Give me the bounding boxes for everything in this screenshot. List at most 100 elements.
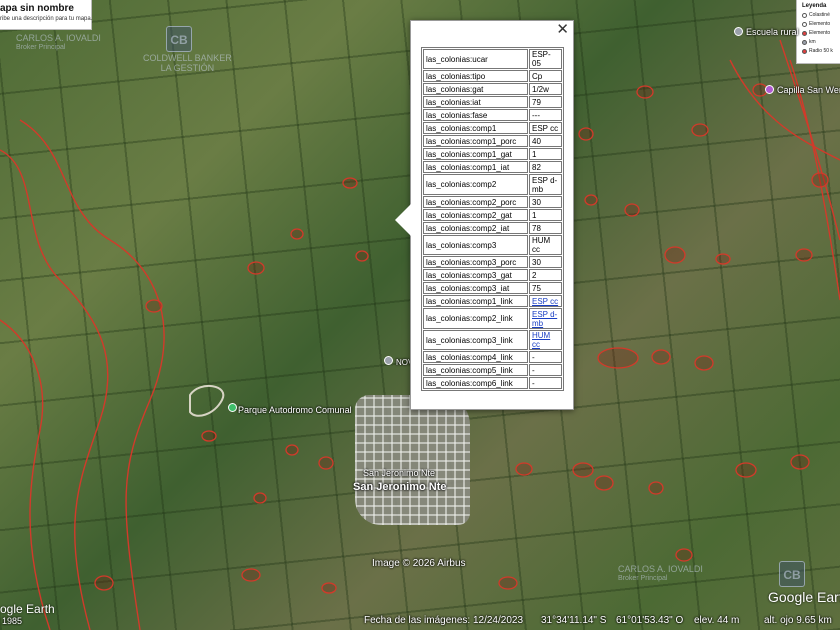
legend-panel[interactable]: Leyenda Colastiné Elemento Elemento km R… [796, 0, 840, 64]
attribute-key: las_colonias:fase [423, 109, 528, 121]
close-icon[interactable]: ✕ [556, 22, 569, 38]
attribute-row: las_colonias:comp1 ESP cc [423, 122, 562, 134]
attribute-key: las_colonias:comp6_link [423, 377, 528, 389]
place-label-escuela[interactable]: Escuela rural [746, 27, 799, 37]
attribute-value: ESP cc [529, 295, 562, 307]
attribute-value: Cp [529, 70, 562, 82]
attribute-row: las_colonias:comp3_porc 30 [423, 256, 562, 268]
attribute-row: las_colonias:comp2_link ESP d-mb [423, 308, 562, 329]
watermark-logo-bottom: CB [779, 561, 805, 587]
school-pin-icon[interactable] [734, 27, 743, 36]
attribute-value: 75 [529, 282, 562, 294]
attribute-value: 1 [529, 209, 562, 221]
attribute-row: las_colonias:ucar ESP-05 [423, 49, 562, 69]
attribute-row: las_colonias:iat 79 [423, 96, 562, 108]
place-pin-icon[interactable] [384, 356, 393, 365]
attribute-value: 40 [529, 135, 562, 147]
attribute-row: las_colonias:comp1_gat 1 [423, 148, 562, 160]
attribute-key: las_colonias:comp2_iat [423, 222, 528, 234]
attribute-key: las_colonias:comp1_gat [423, 148, 528, 160]
legend-item: Radio 50 k [802, 48, 840, 54]
soil-boundary [19, 119, 165, 630]
longitude-readout: 61°01'53.43" O [616, 615, 684, 626]
legend-swatch [802, 39, 807, 45]
attribute-value: HUM cc [529, 330, 562, 350]
attribute-value: 78 [529, 222, 562, 234]
attribute-key: las_colonias:comp2_porc [423, 196, 528, 208]
attribute-key: las_colonias:comp3_porc [423, 256, 528, 268]
image-credit: Image © 2026 Airbus [372, 558, 466, 569]
attribute-row: las_colonias:fase --- [423, 109, 562, 121]
attribute-key: las_colonias:comp1 [423, 122, 528, 134]
legend-item: Elemento [802, 30, 840, 36]
attribute-key: las_colonias:comp1_porc [423, 135, 528, 147]
attribute-value: - [529, 377, 562, 389]
project-description[interactable]: ribe una descripción para tu mapa. [0, 16, 92, 22]
legend-item: Elemento [802, 21, 840, 27]
attribute-link[interactable]: ESP cc [532, 297, 558, 306]
town-label-large[interactable]: San Jeronimo Nte [353, 481, 447, 493]
attribute-table: las_colonias:ucar ESP-05 las_colonias:tipo… [421, 47, 564, 391]
attribute-key: las_colonias:gat [423, 83, 528, 95]
legend-swatch [802, 21, 807, 27]
place-label-parque[interactable]: Parque Autodromo Comunal [238, 405, 352, 415]
attribute-key: las_colonias:comp2_gat [423, 209, 528, 221]
attribute-row: las_colonias:comp5_link - [423, 364, 562, 376]
soil-boundary [0, 319, 51, 630]
soil-boundary [779, 39, 840, 241]
imagery-date: Fecha de las imágenes: 12/24/2023 [364, 615, 523, 626]
soil-boundary [0, 149, 109, 630]
attribute-row: las_colonias:comp1_link ESP cc [423, 295, 562, 307]
soil-boundary [729, 59, 840, 161]
feature-info-balloon[interactable]: ✕ las_colonias:ucar ESP-05 las_colonias:ti… [395, 20, 574, 410]
legend-swatch [802, 30, 807, 36]
attribute-value: ESP d-mb [529, 308, 562, 329]
attribute-value: HUM cc [529, 235, 562, 255]
google-earth-logo-right: Google Earth [768, 589, 840, 605]
attribute-row: las_colonias:comp1_iat 82 [423, 161, 562, 173]
road-outline [189, 384, 225, 417]
attribute-row: las_colonias:comp4_link - [423, 351, 562, 363]
attribute-value: ESP-05 [529, 49, 562, 69]
attribute-key: las_colonias:comp1_iat [423, 161, 528, 173]
eye-altitude-readout: alt. ojo 9.65 km [764, 615, 832, 626]
watermark-brand: COLDWELL BANKER LA GESTIÓN [143, 53, 232, 73]
attribute-row: las_colonias:tipo Cp [423, 70, 562, 82]
town-area [355, 395, 470, 525]
attribute-link[interactable]: HUM cc [532, 331, 550, 349]
attribute-row: las_colonias:gat 1/2w [423, 83, 562, 95]
attribute-value: 1 [529, 148, 562, 160]
project-title[interactable]: apa sin nombre [0, 3, 91, 14]
attribute-value: ESP d-mb [529, 174, 562, 195]
attribute-value: ESP cc [529, 122, 562, 134]
elevation-readout: elev. 44 m [694, 615, 740, 626]
attribute-row: las_colonias:comp2 ESP d-mb [423, 174, 562, 195]
park-pin-icon[interactable] [228, 403, 237, 412]
attribute-key: las_colonias:comp4_link [423, 351, 528, 363]
attribute-value: 30 [529, 196, 562, 208]
attribute-row: las_colonias:comp6_link - [423, 377, 562, 389]
attribute-row: las_colonias:comp3_link HUM cc [423, 330, 562, 350]
legend-item: km [802, 39, 840, 45]
attribute-value: 79 [529, 96, 562, 108]
attribute-row: las_colonias:comp3_gat 2 [423, 269, 562, 281]
watermark-text: CARLOS A. IOVALDI Broker Principal [16, 33, 101, 51]
attribute-key: las_colonias:tipo [423, 70, 528, 82]
attribute-value: 1/2w [529, 83, 562, 95]
legend-title: Leyenda [802, 3, 827, 9]
attribute-value: - [529, 364, 562, 376]
attribute-key: las_colonias:comp1_link [423, 295, 528, 307]
town-label-small[interactable]: San Jeronimo Nte [363, 468, 435, 478]
attribute-value: 2 [529, 269, 562, 281]
legend-swatch [802, 12, 807, 18]
attribute-link[interactable]: ESP d-mb [532, 310, 557, 328]
attribute-key: las_colonias:iat [423, 96, 528, 108]
attribute-value: - [529, 351, 562, 363]
attribute-value: --- [529, 109, 562, 121]
place-label-capilla[interactable]: Capilla San Wend [777, 85, 840, 95]
attribute-key: las_colonias:comp3_link [423, 330, 528, 350]
attribute-row: las_colonias:comp3 HUM cc [423, 235, 562, 255]
status-bar: Fecha de las imágenes: 12/24/2023 31°34'… [0, 612, 840, 630]
chapel-pin-icon[interactable] [765, 85, 774, 94]
legend-swatch [802, 48, 807, 54]
